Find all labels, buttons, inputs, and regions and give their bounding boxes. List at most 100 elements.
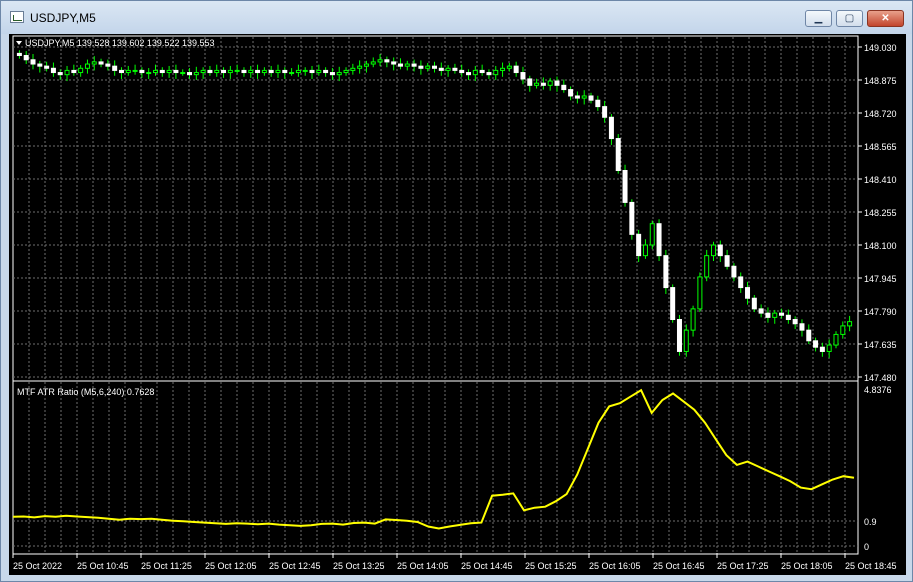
time-tick-label: 25 Oct 11:25 bbox=[141, 561, 192, 571]
price-tick-label: 147.945 bbox=[864, 274, 897, 284]
candle-body bbox=[295, 69, 301, 74]
candle-body bbox=[64, 69, 70, 76]
chart-area[interactable]: 149.030 148.875 148.720 148.565 148.410 148.2… bbox=[9, 34, 906, 575]
candle-body bbox=[527, 78, 533, 86]
candle-body bbox=[418, 65, 424, 69]
candle-body bbox=[772, 312, 778, 318]
minimize-button[interactable]: ▁ bbox=[805, 10, 832, 27]
price-tick-label: 148.255 bbox=[864, 208, 897, 218]
candle-body bbox=[568, 89, 574, 97]
candle-body bbox=[622, 169, 628, 203]
candle-body bbox=[336, 72, 342, 76]
candle-body bbox=[289, 72, 295, 75]
candle-body bbox=[459, 69, 465, 74]
price-tick-label: 148.100 bbox=[864, 241, 897, 251]
time-tick-label: 25 Oct 13:25 bbox=[333, 561, 385, 571]
atr-tick-label: 0.9 bbox=[864, 517, 877, 527]
time-tick-label: 25 Oct 18:45 bbox=[845, 561, 897, 571]
time-tick-label: 25 Oct 12:05 bbox=[205, 561, 257, 571]
candle-body bbox=[642, 244, 648, 257]
candle-body bbox=[180, 72, 186, 75]
candle-body bbox=[779, 312, 785, 316]
candle-body bbox=[847, 321, 853, 327]
candle-body bbox=[833, 333, 839, 346]
candle-body bbox=[840, 325, 846, 335]
candle-body bbox=[649, 223, 655, 246]
candle-body bbox=[445, 67, 451, 71]
candle-body bbox=[112, 65, 118, 71]
candle-body bbox=[146, 72, 152, 75]
candle-body bbox=[581, 95, 587, 99]
candle-body bbox=[717, 244, 723, 257]
price-tick-label: 147.635 bbox=[864, 340, 897, 350]
candle-body bbox=[118, 69, 124, 74]
candle-body bbox=[479, 69, 485, 74]
time-tick-label: 25 Oct 17:25 bbox=[717, 561, 769, 571]
title-bar[interactable]: USDJPY,M5 ▁ ▢ ✕ bbox=[1, 1, 912, 34]
maximize-button[interactable]: ▢ bbox=[836, 10, 863, 27]
candle-body bbox=[404, 63, 410, 67]
candle-body bbox=[711, 244, 716, 257]
candle-body bbox=[506, 65, 512, 69]
candle-body bbox=[377, 59, 383, 63]
time-tick-label: 25 Oct 2022 bbox=[13, 561, 62, 571]
candle-body bbox=[819, 346, 825, 352]
candle-body bbox=[357, 65, 363, 69]
candle-body bbox=[241, 69, 247, 74]
candle-body bbox=[472, 69, 478, 76]
candle-body bbox=[248, 69, 254, 74]
candle-body bbox=[466, 72, 472, 76]
candle-body bbox=[227, 69, 233, 74]
candle-body bbox=[758, 308, 764, 314]
candle-body bbox=[323, 69, 329, 74]
price-chart-svg[interactable]: 149.030 148.875 148.720 148.565 148.410 148.2… bbox=[9, 34, 906, 575]
candle-body bbox=[255, 69, 261, 74]
candle-body bbox=[187, 72, 193, 76]
candle-body bbox=[139, 69, 145, 74]
candle-body bbox=[751, 297, 757, 310]
close-button[interactable]: ✕ bbox=[867, 10, 904, 27]
candle-body bbox=[221, 69, 227, 74]
candle-body bbox=[534, 82, 540, 86]
candle-body bbox=[520, 72, 526, 80]
time-tick-label: 25 Oct 16:45 bbox=[653, 561, 705, 571]
price-tick-label: 148.875 bbox=[864, 76, 897, 86]
time-tick-label: 25 Oct 18:05 bbox=[781, 561, 833, 571]
candle-body bbox=[193, 72, 199, 76]
candle-body bbox=[391, 61, 397, 65]
candle-body bbox=[153, 69, 158, 74]
candle-body bbox=[282, 69, 288, 74]
candle-body bbox=[452, 67, 458, 71]
candle-body bbox=[234, 69, 240, 72]
candle-body bbox=[132, 69, 138, 72]
time-tick-label: 25 Oct 16:05 bbox=[589, 561, 641, 571]
window-title: USDJPY,M5 bbox=[30, 11, 96, 25]
candle-body bbox=[329, 72, 335, 76]
candle-body bbox=[704, 255, 710, 278]
candle-body bbox=[547, 80, 553, 86]
candle-body bbox=[690, 308, 696, 331]
candle-body bbox=[98, 61, 104, 65]
candle-body bbox=[785, 314, 791, 321]
candle-body bbox=[561, 84, 567, 91]
time-tick-label: 25 Oct 14:45 bbox=[461, 561, 513, 571]
candle-body bbox=[200, 69, 206, 74]
atr-tick-label: 4.8376 bbox=[864, 385, 892, 395]
candle-body bbox=[91, 61, 97, 65]
candle-body bbox=[207, 69, 213, 74]
candle-body bbox=[765, 312, 771, 318]
candle-body bbox=[683, 329, 689, 352]
candle-body bbox=[44, 65, 50, 69]
candle-body bbox=[540, 82, 546, 86]
candle-body bbox=[676, 319, 682, 352]
candle-body bbox=[697, 276, 703, 310]
candle-body bbox=[105, 63, 111, 67]
candle-body bbox=[23, 55, 29, 61]
time-tick-label: 25 Oct 10:45 bbox=[77, 561, 129, 571]
candle-body bbox=[363, 63, 369, 67]
candle-body bbox=[615, 138, 621, 171]
candle-body bbox=[738, 276, 744, 289]
time-tick-label: 25 Oct 15:25 bbox=[525, 561, 577, 571]
terminal-window: USDJPY,M5 ▁ ▢ ✕ 149.030 148.875 148.720 148… bbox=[0, 0, 913, 582]
candle-body bbox=[30, 59, 36, 65]
